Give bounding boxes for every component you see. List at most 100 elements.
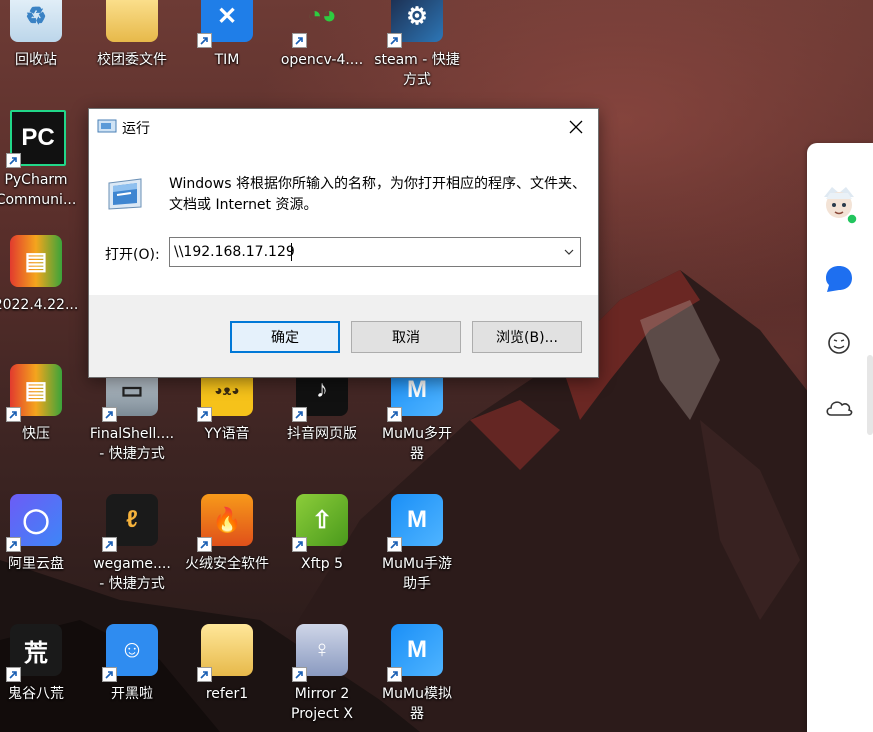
shortcut-arrow-icon xyxy=(197,667,212,682)
desktop-icon[interactable]: ◔◕ opencv-4.... xyxy=(276,0,368,70)
shortcut-arrow-icon xyxy=(6,667,21,682)
shortcut-arrow-icon xyxy=(292,407,307,422)
desktop-icon-label-line2: 器 xyxy=(410,706,424,722)
shortcut-arrow-icon xyxy=(387,537,402,552)
smiley-button[interactable] xyxy=(821,325,857,361)
close-button[interactable] xyxy=(554,109,598,145)
pycharm-icon: PC xyxy=(6,108,66,168)
desktop-icon[interactable]: 🔥 火绒安全软件 xyxy=(181,492,273,574)
desktop-icon-label: 火绒安全软件 xyxy=(185,556,269,572)
tim-icon: ✕ xyxy=(197,0,257,48)
shortcut-arrow-icon xyxy=(387,33,402,48)
avatar-icon xyxy=(824,187,858,225)
desktop-icon[interactable]: ✕ TIM xyxy=(181,0,273,70)
shortcut-arrow-icon xyxy=(6,537,21,552)
kaiheila-icon: ☺ xyxy=(102,622,162,682)
browse-button[interactable]: 浏览(B)... xyxy=(472,321,582,353)
desktop-icon-label-line2: Communi... xyxy=(0,192,77,208)
chevron-down-icon[interactable] xyxy=(562,245,576,259)
open-combobox[interactable] xyxy=(169,237,581,267)
shortcut-arrow-icon xyxy=(197,407,212,422)
desktop-icon-label: wegame.... xyxy=(93,556,171,572)
desktop-icon-label-line2: - 快捷方式 xyxy=(99,576,165,592)
guigu-icon: 荒 xyxy=(6,622,66,682)
desktop-icon[interactable]: ◯ 阿里云盘 xyxy=(0,492,82,574)
shortcut-arrow-icon xyxy=(387,407,402,422)
shortcut-arrow-icon xyxy=(292,33,307,48)
desktop-icon-label: MuMu模拟 xyxy=(382,686,452,702)
shortcut-arrow-icon xyxy=(102,667,117,682)
desktop-icon-label: steam - 快捷 xyxy=(374,52,460,68)
desktop-icon-label: 校团委文件 xyxy=(97,52,167,68)
shortcut-arrow-icon xyxy=(102,537,117,552)
desktop-icon-label: 开黑啦 xyxy=(111,686,153,702)
huorong-icon: 🔥 xyxy=(197,492,257,552)
chat-bubble-icon xyxy=(826,266,852,292)
mumu-icon: M xyxy=(387,622,447,682)
desktop-icon-label: YY语音 xyxy=(204,426,250,442)
open-input[interactable] xyxy=(174,241,554,263)
cancel-button[interactable]: 取消 xyxy=(351,321,461,353)
desktop-icon-label: refer1 xyxy=(205,686,249,702)
shortcut-arrow-icon xyxy=(387,667,402,682)
shortcut-arrow-icon xyxy=(197,33,212,48)
desktop-icon[interactable]: M MuMu模拟器 xyxy=(371,622,463,724)
desktop-icon[interactable]: ⇧ Xftp 5 xyxy=(276,492,368,574)
opencv-icon: ◔◕ xyxy=(292,0,352,48)
desktop-icon[interactable]: ♀ Mirror 2 Project X xyxy=(276,622,368,724)
desktop-icon[interactable]: ▤ 2022.4.22... xyxy=(0,233,82,315)
folder-icon xyxy=(102,0,162,48)
desktop-icon-label: PyCharm xyxy=(4,172,68,188)
kuaiya-icon: ▤ xyxy=(6,362,66,422)
desktop-icon[interactable]: ▤ 快压 xyxy=(0,362,82,444)
ok-button[interactable]: 确定 xyxy=(230,321,340,353)
avatar[interactable] xyxy=(818,183,860,225)
desktop-icon-label-line2: 助手 xyxy=(403,576,431,592)
desktop-icon-label-line2: Project X xyxy=(291,706,353,722)
run-program-icon xyxy=(108,178,142,210)
desktop-icon[interactable]: ☺ 开黑啦 xyxy=(86,622,178,704)
text-caret xyxy=(291,243,292,261)
desktop-icon-label: Xftp 5 xyxy=(300,556,343,572)
desktop-icon-label-line2: 器 xyxy=(410,446,424,462)
dialog-titlebar[interactable]: 运行 xyxy=(89,109,598,147)
desktop-icon-label-line2: 方式 xyxy=(403,72,431,88)
desktop-icon-label: 抖音网页版 xyxy=(287,426,357,442)
smiley-icon xyxy=(828,332,850,354)
desktop-icon[interactable]: M MuMu手游 助手 xyxy=(371,492,463,594)
run-icon xyxy=(97,119,117,133)
desktop-icon[interactable]: ♻ 回收站 xyxy=(0,0,82,70)
open-label: 打开(O): xyxy=(105,247,160,263)
cloud-button[interactable] xyxy=(821,389,857,425)
shortcut-arrow-icon xyxy=(6,153,21,168)
desktop-icon[interactable]: refer1 xyxy=(181,622,273,704)
shortcut-arrow-icon xyxy=(292,667,307,682)
chat-button[interactable] xyxy=(821,261,857,297)
folder-icon xyxy=(197,622,257,682)
side-panel-scrollbar[interactable] xyxy=(867,355,873,435)
desktop-icon-label-line2: - 快捷方式 xyxy=(99,446,165,462)
xftp-icon: ⇧ xyxy=(292,492,352,552)
mirror2-icon: ♀ xyxy=(292,622,352,682)
run-dialog: 运行 Windows 将根据你所输入的名称，为你打开相应的程序、文件夹、文档或 … xyxy=(88,108,599,378)
desktop-icon-label: 阿里云盘 xyxy=(8,556,64,572)
desktop-icon-label: 2022.4.22... xyxy=(0,297,79,313)
dialog-description: Windows 将根据你所输入的名称，为你打开相应的程序、文件夹、文档或 Int… xyxy=(169,176,586,213)
shortcut-arrow-icon xyxy=(102,407,117,422)
dialog-body: Windows 将根据你所输入的名称，为你打开相应的程序、文件夹、文档或 Int… xyxy=(89,147,598,295)
desktop-icon-label: FinalShell.... xyxy=(89,426,175,442)
desktop-icon[interactable]: 校团委文件 xyxy=(86,0,178,70)
desktop-icon[interactable]: PC PyCharm Communi... xyxy=(0,108,82,210)
desktop-icon-label: 鬼谷八荒 xyxy=(8,686,64,702)
recycle-bin-icon: ♻ xyxy=(6,0,66,48)
dialog-title: 运行 xyxy=(122,121,150,137)
desktop-icon[interactable]: ⚙ steam - 快捷 方式 xyxy=(371,0,463,90)
shortcut-arrow-icon xyxy=(6,407,21,422)
cloud-icon xyxy=(826,401,853,416)
desktop-icon-label: 快压 xyxy=(22,426,50,442)
side-panel xyxy=(807,143,873,732)
close-icon xyxy=(569,120,583,134)
desktop-icon[interactable]: 荒鬼谷八荒 xyxy=(0,622,82,704)
shortcut-arrow-icon xyxy=(197,537,212,552)
desktop-icon[interactable]: ℓ wegame.... - 快捷方式 xyxy=(86,492,178,594)
